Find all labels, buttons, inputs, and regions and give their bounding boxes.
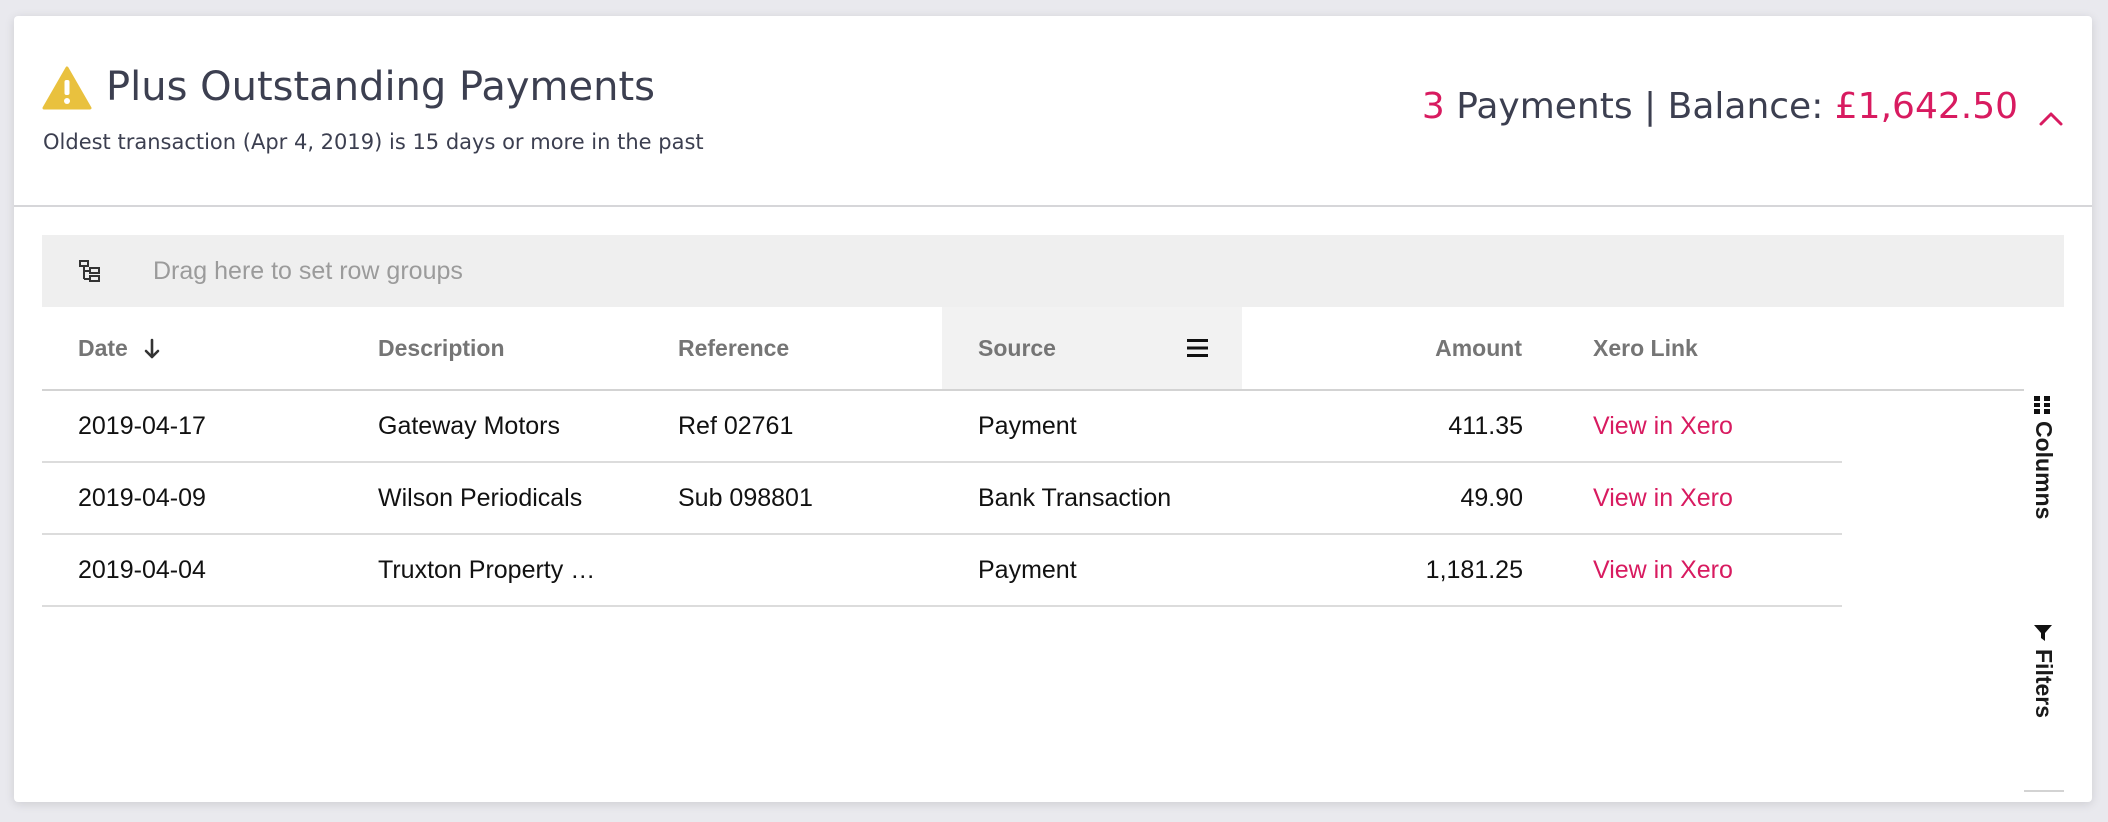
columns-icon bbox=[2034, 396, 2050, 414]
payment-count: 3 bbox=[1421, 86, 1445, 127]
filter-icon bbox=[2034, 625, 2052, 641]
view-in-xero-link[interactable]: View in Xero bbox=[1593, 535, 1833, 605]
summary-text: Payments | Balance: bbox=[1444, 86, 1835, 127]
column-header-label: Reference bbox=[678, 335, 790, 361]
chevron-up-icon[interactable] bbox=[2036, 104, 2066, 134]
column-header-amount[interactable]: Amount bbox=[1242, 307, 1542, 389]
filters-tool-label: Filters bbox=[2031, 649, 2057, 719]
filters-tool-button[interactable]: Filters bbox=[2024, 623, 2064, 743]
column-header-label: Description bbox=[378, 335, 505, 361]
cell-amount: 411.35 bbox=[1448, 412, 1523, 440]
balance-amount: £1,642.50 bbox=[1834, 86, 2018, 127]
cell-amount: 1,181.25 bbox=[1425, 556, 1523, 584]
outstanding-payments-card: Plus Outstanding Payments Oldest transac… bbox=[14, 16, 2092, 802]
column-header-date[interactable]: Date bbox=[42, 307, 342, 389]
column-header-xero-link[interactable]: Xero Link bbox=[1542, 307, 1842, 389]
table-row[interactable]: 2019-04-09 Wilson Periodicals Sub 098801… bbox=[42, 463, 1842, 535]
view-in-xero-link[interactable]: View in Xero bbox=[1593, 391, 1833, 461]
sort-descending-icon bbox=[144, 338, 160, 359]
cell-date: 2019-04-04 bbox=[78, 556, 206, 584]
column-header-label: Source bbox=[978, 335, 1056, 361]
cell-date: 2019-04-17 bbox=[78, 412, 206, 440]
row-group-drop-zone[interactable]: Drag here to set row groups bbox=[42, 235, 2064, 307]
cell-reference bbox=[678, 535, 938, 605]
column-header-source[interactable]: Source bbox=[942, 307, 1242, 389]
payments-summary: 3 Payments | Balance: £1,642.50 bbox=[1422, 86, 2018, 127]
card-header: Plus Outstanding Payments Oldest transac… bbox=[14, 16, 2092, 207]
payments-grid: Drag here to set row groups Date Descrip… bbox=[42, 235, 2064, 802]
cell-description: Gateway Motors bbox=[378, 412, 561, 440]
panel-subtitle: Oldest transaction (Apr 4, 2019) is 15 d… bbox=[43, 130, 704, 154]
row-group-placeholder: Drag here to set row groups bbox=[153, 257, 463, 285]
cell-source: Bank Transaction bbox=[978, 484, 1172, 512]
view-in-xero-link[interactable]: View in Xero bbox=[1593, 463, 1833, 533]
cell-date: 2019-04-09 bbox=[78, 484, 206, 512]
column-header-description[interactable]: Description bbox=[342, 307, 642, 389]
grid-side-bar: Columns Filters bbox=[2024, 391, 2064, 802]
table-row[interactable]: 2019-04-04 Truxton Property … Payment 1,… bbox=[42, 535, 1842, 607]
column-header-label: Amount bbox=[1435, 335, 1522, 361]
column-header-label: Xero Link bbox=[1593, 335, 1698, 361]
column-header-label: Date bbox=[78, 335, 128, 361]
warning-icon bbox=[42, 66, 92, 110]
cell-description: Truxton Property … bbox=[378, 556, 596, 584]
cell-reference: Sub 098801 bbox=[678, 484, 813, 512]
row-group-icon bbox=[79, 260, 100, 282]
cell-source: Payment bbox=[978, 412, 1077, 440]
cell-source: Payment bbox=[978, 556, 1077, 584]
cell-reference: Ref 02761 bbox=[678, 412, 794, 440]
columns-tool-button[interactable]: Columns bbox=[2024, 391, 2064, 531]
side-bar-divider bbox=[2024, 790, 2064, 792]
table-row[interactable]: 2019-04-17 Gateway Motors Ref 02761 Paym… bbox=[42, 391, 1842, 463]
cell-amount: 49.90 bbox=[1460, 484, 1523, 512]
column-menu-icon[interactable] bbox=[1186, 337, 1210, 359]
cell-description: Wilson Periodicals bbox=[378, 484, 583, 512]
column-header-reference[interactable]: Reference bbox=[642, 307, 942, 389]
grid-header-row: Date Description Reference Source Amount… bbox=[42, 307, 2024, 391]
columns-tool-label: Columns bbox=[2031, 421, 2057, 520]
panel-title: Plus Outstanding Payments bbox=[106, 64, 655, 110]
